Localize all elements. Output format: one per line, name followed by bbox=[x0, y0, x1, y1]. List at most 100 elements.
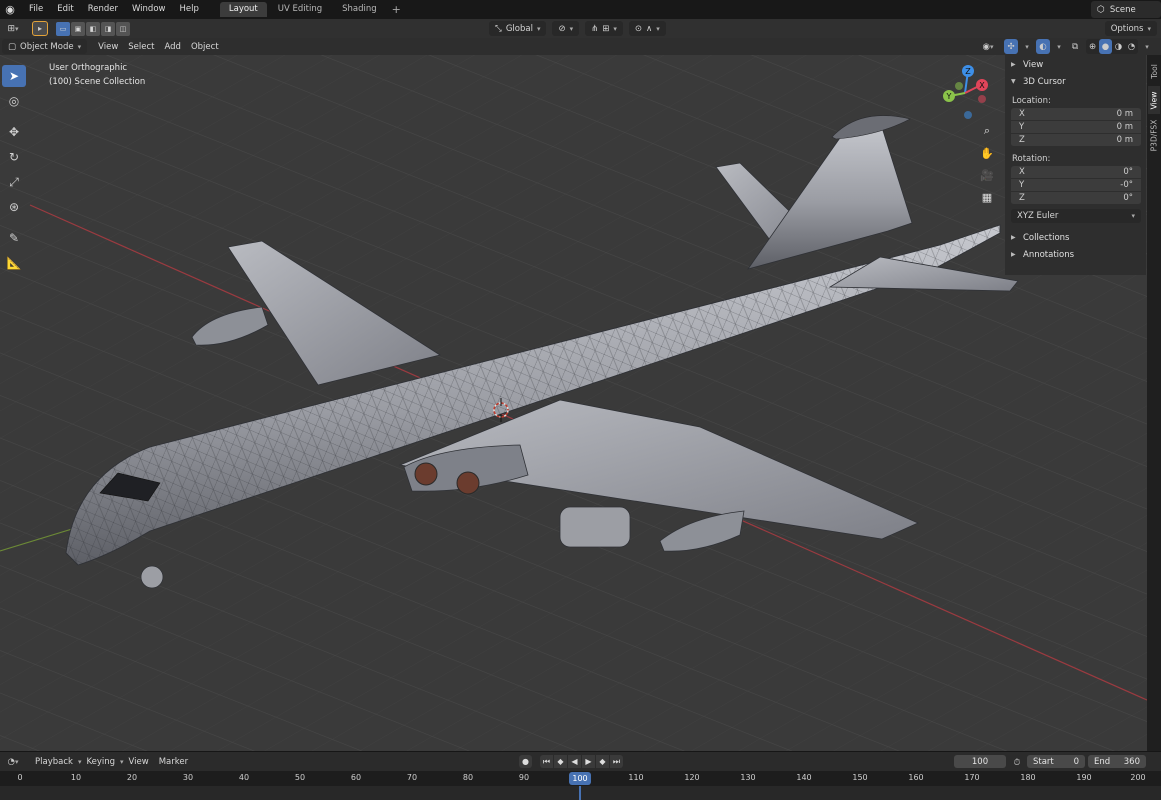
overlays-dropdown[interactable]: ▾ bbox=[1054, 39, 1064, 54]
end-frame-field[interactable]: End 360 bbox=[1088, 755, 1146, 768]
tab-p3d-fsx[interactable]: P3D/FSX bbox=[1148, 117, 1160, 153]
select-extend-icon[interactable]: ▣ bbox=[71, 21, 85, 36]
editor-type-button[interactable]: ⊞ ▾ bbox=[2, 21, 24, 36]
eye-icon: ◉ bbox=[982, 41, 990, 52]
menu-add[interactable]: Add bbox=[160, 42, 186, 52]
viewport-scene[interactable] bbox=[0, 55, 1147, 751]
xray-toggle[interactable]: ⧉ bbox=[1068, 39, 1082, 54]
shading-dropdown[interactable]: ▾ bbox=[1142, 39, 1152, 54]
menu-window[interactable]: Window bbox=[125, 0, 173, 19]
record-button[interactable]: ● bbox=[519, 755, 532, 768]
options-dropdown[interactable]: Options ▾ bbox=[1104, 21, 1157, 36]
current-frame-field[interactable]: 100 bbox=[954, 755, 1006, 768]
rotation-z-field[interactable]: Z 0° bbox=[1011, 192, 1141, 205]
3d-cursor-panel-header[interactable]: ▼ 3D Cursor bbox=[1005, 73, 1146, 90]
timeline-editor-type-button[interactable]: ◔ ▾ bbox=[2, 754, 24, 769]
tab-uv-editing[interactable]: UV Editing bbox=[269, 2, 331, 17]
camera-view-button[interactable]: 🎥 bbox=[976, 165, 998, 185]
collections-panel-header[interactable]: ▶ Collections bbox=[1005, 229, 1146, 246]
menu-playback[interactable]: Playback bbox=[30, 757, 78, 767]
solid-shading-icon[interactable]: ● bbox=[1099, 39, 1112, 54]
rotation-x-field[interactable]: X 0° bbox=[1011, 166, 1141, 179]
gizmo-neg-y[interactable] bbox=[955, 82, 963, 90]
annotations-panel-title: Annotations bbox=[1023, 249, 1075, 260]
pan-view-button[interactable]: ✋ bbox=[976, 143, 998, 163]
material-shading-icon[interactable]: ◑ bbox=[1112, 39, 1125, 54]
rendered-shading-icon[interactable]: ◔ bbox=[1125, 39, 1138, 54]
tab-shading[interactable]: Shading bbox=[333, 2, 386, 17]
menu-help[interactable]: Help bbox=[172, 0, 205, 19]
prev-keyframe-button[interactable]: ◆ bbox=[554, 755, 567, 768]
zoom-view-button[interactable]: ⌕ bbox=[976, 121, 998, 141]
select-box-tool[interactable]: ➤ bbox=[2, 65, 26, 87]
chevron-down-icon: ▾ bbox=[15, 24, 19, 33]
transform-tool[interactable]: ⊛ bbox=[2, 196, 26, 218]
play-icon: ▶ bbox=[585, 757, 592, 766]
visibility-dropdown[interactable]: ◉ ▾ bbox=[976, 39, 1000, 54]
timeline-area[interactable] bbox=[0, 786, 1161, 800]
gizmo-dropdown[interactable]: ▾ bbox=[1022, 39, 1032, 54]
tab-tool[interactable]: Tool bbox=[1148, 58, 1160, 84]
menu-marker[interactable]: Marker bbox=[154, 757, 193, 767]
timeline-ruler[interactable]: 0 10 20 30 40 50 60 70 80 90 100 110 120… bbox=[0, 771, 1161, 786]
menu-view[interactable]: View bbox=[93, 42, 123, 52]
scale-tool[interactable]: ⤢ bbox=[2, 171, 26, 193]
rotation-y-field[interactable]: Y -0° bbox=[1011, 179, 1141, 192]
start-frame-field[interactable]: Start 0 bbox=[1027, 755, 1085, 768]
transform-orientation-dropdown[interactable]: ⤡ Global ▾ bbox=[489, 21, 547, 36]
jump-end-button[interactable]: ⏭ bbox=[610, 755, 623, 768]
tab-layout[interactable]: Layout bbox=[219, 2, 267, 17]
menu-timeline-view[interactable]: View bbox=[124, 757, 154, 767]
view-panel-header[interactable]: ▶ View bbox=[1005, 56, 1146, 73]
select-new-icon[interactable]: ▭ bbox=[56, 21, 70, 36]
overlays-toggle[interactable]: ◐ bbox=[1036, 39, 1050, 54]
snap-dropdown[interactable]: ⋔ ⊞ ▾ bbox=[585, 21, 623, 36]
object-mode-dropdown[interactable]: ▢ Object Mode ▾ bbox=[2, 39, 88, 54]
active-tool-button[interactable]: ▸ bbox=[32, 21, 48, 36]
move-tool[interactable]: ✥ bbox=[2, 121, 26, 143]
annotations-panel-header[interactable]: ▶ Annotations bbox=[1005, 246, 1146, 263]
shading-modes: ⊕ ● ◑ ◔ bbox=[1086, 39, 1138, 54]
perspective-toggle-button[interactable]: ▦ bbox=[976, 187, 998, 207]
jump-start-button[interactable]: ⏮ bbox=[540, 755, 553, 768]
proportional-edit-dropdown[interactable]: ⊙ ∧ ▾ bbox=[628, 21, 666, 36]
3d-viewport[interactable]: User Orthographic (100) Scene Collection bbox=[0, 55, 1147, 751]
blender-logo-icon[interactable]: ◉ bbox=[2, 2, 18, 18]
next-keyframe-button[interactable]: ◆ bbox=[596, 755, 609, 768]
navigation-gizmo[interactable]: Z X Y bbox=[937, 63, 993, 119]
current-frame-marker[interactable]: 100 bbox=[569, 772, 591, 785]
add-workspace-button[interactable]: + bbox=[386, 3, 407, 16]
menu-file[interactable]: File bbox=[22, 0, 50, 19]
menu-keying[interactable]: Keying bbox=[81, 757, 120, 767]
gizmo-toggle[interactable]: ✣ bbox=[1004, 39, 1018, 54]
menu-object[interactable]: Object bbox=[186, 42, 224, 52]
rotation-mode-dropdown[interactable]: XYZ Euler ▾ bbox=[1011, 209, 1141, 223]
menu-edit[interactable]: Edit bbox=[50, 0, 80, 19]
pivot-point-dropdown[interactable]: ⊘ ▾ bbox=[552, 21, 580, 36]
wireframe-shading-icon[interactable]: ⊕ bbox=[1086, 39, 1099, 54]
menu-select[interactable]: Select bbox=[123, 42, 159, 52]
triangle-down-icon: ▼ bbox=[1011, 78, 1016, 85]
scene-selector[interactable]: ⬡ Scene bbox=[1091, 1, 1161, 18]
location-z-field[interactable]: Z 0 m bbox=[1011, 134, 1141, 147]
tab-view[interactable]: View bbox=[1148, 86, 1160, 114]
select-invert-icon[interactable]: ◨ bbox=[101, 21, 115, 36]
measure-tool[interactable]: 📐 bbox=[2, 252, 26, 274]
cursor-tool[interactable]: ◎ bbox=[2, 90, 26, 112]
location-x-field[interactable]: X 0 m bbox=[1011, 108, 1141, 121]
gizmo-neg-x[interactable] bbox=[978, 95, 986, 103]
preview-range-toggle[interactable]: ⏱ bbox=[1010, 755, 1024, 770]
play-reverse-icon: ◀ bbox=[571, 757, 578, 766]
rotate-tool[interactable]: ↻ bbox=[2, 146, 26, 168]
editor-type-icon: ⊞ bbox=[7, 23, 16, 34]
select-subtract-icon[interactable]: ◧ bbox=[86, 21, 100, 36]
gizmo-neg-z[interactable] bbox=[964, 111, 972, 119]
menu-render[interactable]: Render bbox=[81, 0, 125, 19]
location-y-field[interactable]: Y 0 m bbox=[1011, 121, 1141, 134]
select-intersect-icon[interactable]: ◫ bbox=[116, 21, 130, 36]
transform-orientation-label: Global bbox=[505, 23, 533, 34]
annotate-tool[interactable]: ✎ bbox=[2, 227, 26, 249]
play-button[interactable]: ▶ bbox=[582, 755, 595, 768]
play-reverse-button[interactable]: ◀ bbox=[568, 755, 581, 768]
top-menu-bar: ◉ File Edit Render Window Help Layout UV… bbox=[0, 0, 1161, 19]
